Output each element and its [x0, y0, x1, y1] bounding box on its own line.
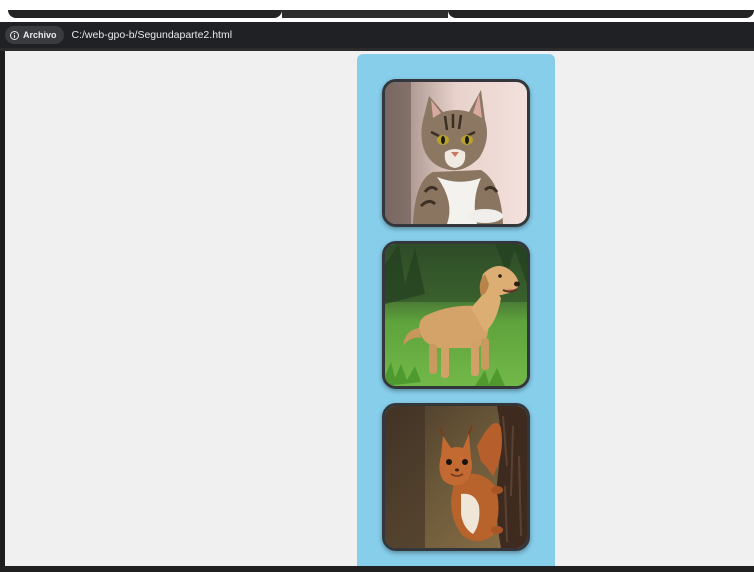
site-info-label: Archivo — [23, 30, 57, 40]
browser-tab[interactable] — [8, 10, 282, 18]
address-bar: Archivo C:/web-gpo-b/Segundaparte2.html — [0, 22, 754, 48]
image-panel — [357, 54, 555, 566]
site-info-chip[interactable]: Archivo — [5, 26, 64, 44]
cat-image-card — [382, 79, 530, 227]
tab-strip — [0, 0, 754, 22]
browser-tab[interactable] — [448, 10, 754, 18]
squirrel-image-card — [382, 403, 530, 551]
window-bottom-edge — [0, 566, 754, 572]
dog-image — [385, 244, 527, 386]
url-text[interactable]: C:/web-gpo-b/Segundaparte2.html — [72, 29, 233, 41]
cat-image — [385, 82, 527, 224]
dog-image-card — [382, 241, 530, 389]
squirrel-image — [385, 406, 527, 548]
tab-strip-background — [282, 10, 448, 18]
info-icon — [10, 30, 19, 40]
